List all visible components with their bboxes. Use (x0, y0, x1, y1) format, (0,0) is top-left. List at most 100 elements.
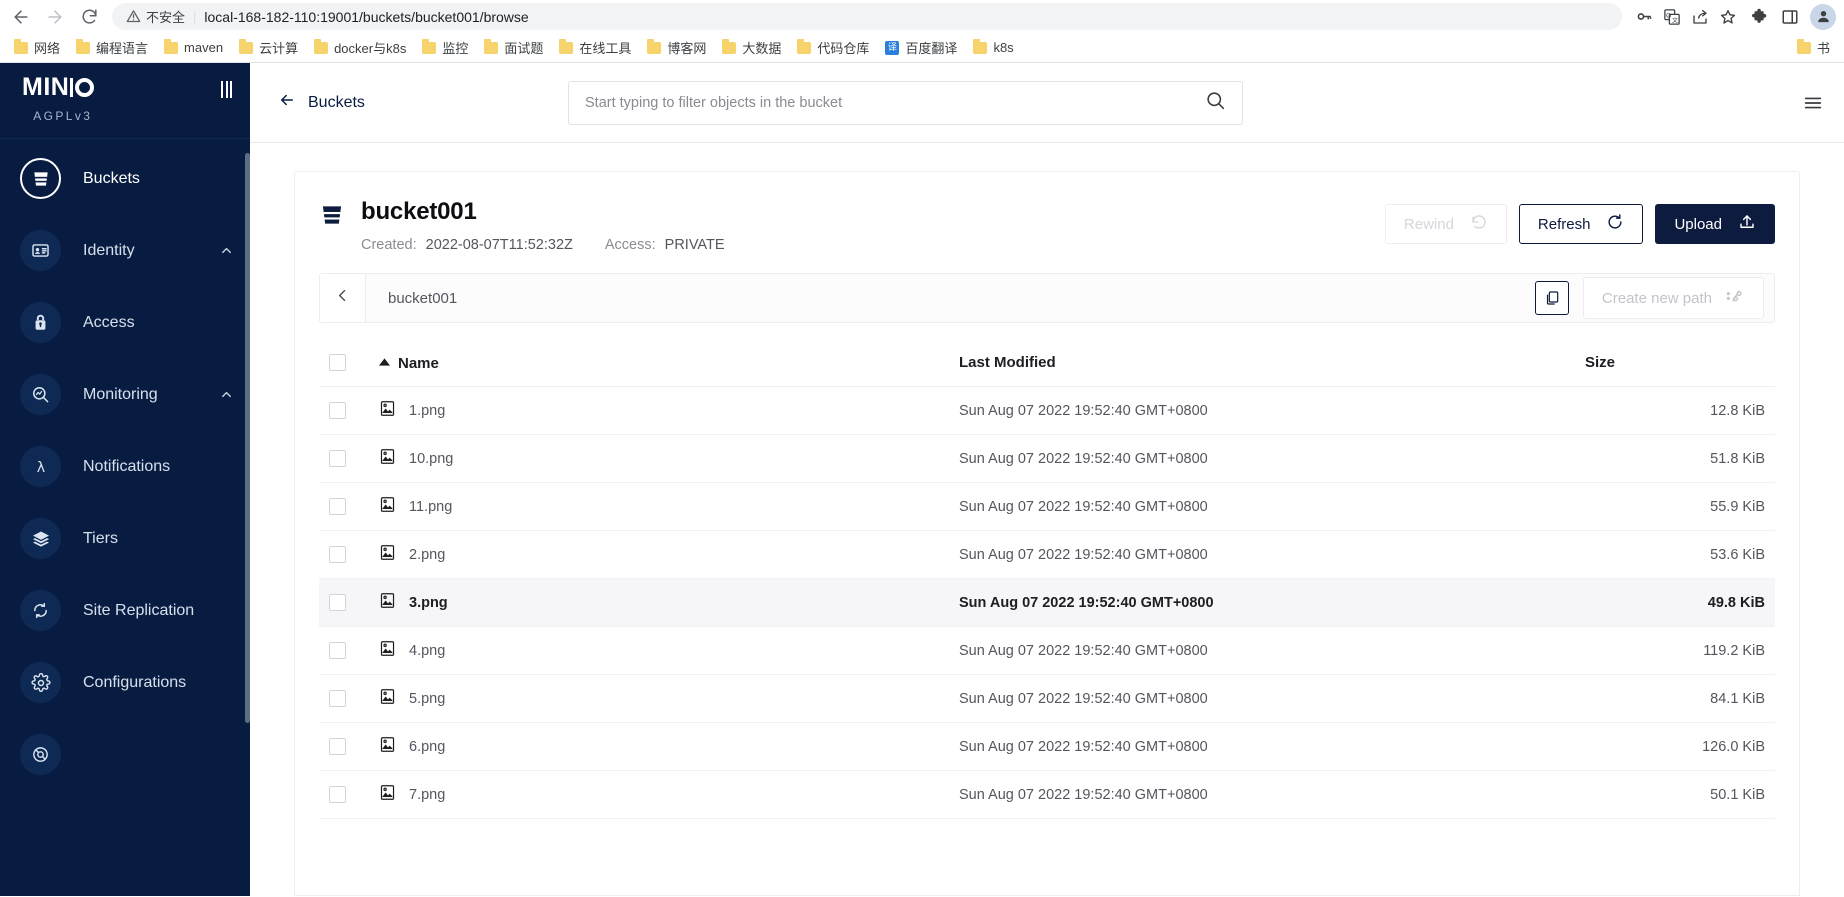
row-name-label: 11.png (409, 498, 453, 515)
sidebar-item-access[interactable]: Access (0, 299, 250, 346)
extensions-puzzle-icon[interactable] (1746, 4, 1774, 30)
row-size-cell: 126.0 KiB (1585, 722, 1775, 771)
sidebar-item-label: Notifications (83, 457, 171, 475)
replication-icon (20, 590, 61, 631)
bookmark-item[interactable]: 在线工具 (551, 35, 639, 60)
bookmark-star-icon[interactable] (1714, 4, 1742, 30)
topbar-settings-button[interactable] (1802, 92, 1824, 114)
table-row[interactable]: 7.png Sun Aug 07 2022 19:52:40 GMT+0800 … (319, 770, 1775, 819)
row-checkbox[interactable] (329, 498, 346, 515)
object-filter-search[interactable] (568, 80, 1243, 125)
search-icon[interactable] (1205, 90, 1226, 116)
share-icon[interactable] (1686, 4, 1714, 30)
created-label: Created: (361, 237, 417, 253)
back-to-buckets-link[interactable]: Buckets (278, 91, 568, 114)
bucket-title-block: bucket001 Created: 2022-08-07T11:52:32Z … (361, 198, 725, 253)
row-checkbox[interactable] (329, 786, 346, 803)
side-panel-icon[interactable] (1776, 4, 1804, 30)
bookmark-item[interactable]: 代码仓库 (789, 35, 877, 60)
folder-icon (559, 39, 574, 54)
bookmark-item[interactable]: 面试题 (476, 35, 551, 60)
copy-icon[interactable] (1534, 281, 1569, 315)
row-select-cell (319, 530, 379, 579)
objects-table: Name Last Modified Size 1.png Sun Aug 07… (319, 343, 1775, 819)
sidebar-item-identity[interactable]: Identity (0, 227, 250, 274)
row-checkbox[interactable] (329, 690, 346, 707)
collapse-menu-icon[interactable] (221, 81, 232, 98)
bookmark-item[interactable]: 大数据 (714, 35, 789, 60)
row-checkbox[interactable] (329, 738, 346, 755)
minio-logo[interactable]: MIN AGPLv3 (22, 75, 95, 123)
rewind-icon (1470, 213, 1488, 235)
sidebar-item-label: Monitoring (83, 385, 158, 403)
bookmark-item[interactable]: 监控 (414, 35, 476, 60)
row-checkbox[interactable] (329, 594, 346, 611)
table-row[interactable]: 1.png Sun Aug 07 2022 19:52:40 GMT+0800 … (319, 386, 1775, 435)
table-row[interactable]: 10.png Sun Aug 07 2022 19:52:40 GMT+0800… (319, 434, 1775, 483)
column-header-name[interactable]: Name (379, 343, 959, 387)
bookmark-item[interactable]: maven (156, 37, 231, 58)
create-new-path-button[interactable]: Create new path (1582, 277, 1764, 319)
sidebar-item-support[interactable] (0, 731, 250, 778)
folder-icon (797, 39, 812, 54)
folder-icon (973, 39, 988, 54)
row-modified-cell: Sun Aug 07 2022 19:52:40 GMT+0800 (959, 386, 1585, 435)
row-checkbox[interactable] (329, 546, 346, 563)
table-row[interactable]: 5.png Sun Aug 07 2022 19:52:40 GMT+0800 … (319, 674, 1775, 723)
main-area: Buckets bucket001 (250, 63, 1844, 896)
bookmark-item[interactable]: 云计算 (231, 35, 306, 60)
bookmark-item-overflow[interactable]: 书 (1789, 35, 1838, 60)
rewind-button[interactable]: Rewind (1384, 204, 1507, 244)
sidebar-item-monitoring[interactable]: Monitoring (0, 371, 250, 418)
table-row[interactable]: 3.png Sun Aug 07 2022 19:52:40 GMT+0800 … (319, 578, 1775, 627)
bookmark-item[interactable]: 网络 (6, 35, 68, 60)
created-value: 2022-08-07T11:52:32Z (425, 237, 573, 253)
reload-icon[interactable] (72, 2, 106, 32)
upload-button[interactable]: Upload (1655, 204, 1775, 244)
bookmark-item[interactable]: 博客网 (639, 35, 714, 60)
back-icon[interactable] (4, 2, 38, 32)
column-header-last-modified[interactable]: Last Modified (959, 343, 1585, 387)
omnibox[interactable]: 不安全 | local-168-182-110:19001/buckets/bu… (112, 3, 1622, 30)
refresh-button[interactable]: Refresh (1518, 204, 1644, 244)
table-row[interactable]: 4.png Sun Aug 07 2022 19:52:40 GMT+0800 … (319, 626, 1775, 675)
row-name-label: 7.png (409, 786, 446, 803)
browser-toolbar-right (1742, 3, 1836, 30)
sidebar-item-configurations[interactable]: Configurations (0, 659, 250, 706)
current-path[interactable]: bucket001 (366, 290, 457, 307)
key-icon[interactable] (1630, 4, 1658, 30)
chevron-up-icon[interactable] (219, 387, 234, 402)
column-header-size[interactable]: Size (1585, 343, 1775, 387)
chevron-up-icon[interactable] (219, 243, 234, 258)
forward-icon[interactable] (38, 2, 72, 32)
sidebar-item-notifications[interactable]: λ Notifications (0, 443, 250, 490)
bookmark-label: 大数据 (742, 41, 782, 56)
profile-avatar-icon[interactable] (1810, 3, 1836, 30)
url-text[interactable]: local-168-182-110:19001/buckets/bucket00… (204, 9, 528, 25)
sidebar-item-buckets[interactable]: Buckets (0, 155, 250, 202)
table-row[interactable]: 2.png Sun Aug 07 2022 19:52:40 GMT+0800 … (319, 530, 1775, 579)
translate-icon[interactable]: G文 (1658, 4, 1686, 30)
sidebar-scrollbar[interactable] (245, 153, 250, 723)
bookmark-item[interactable]: docker与k8s (306, 35, 414, 60)
table-row[interactable]: 6.png Sun Aug 07 2022 19:52:40 GMT+0800 … (319, 722, 1775, 771)
path-back-button[interactable] (320, 274, 366, 322)
bookmark-item[interactable]: 译百度翻译 (877, 35, 965, 60)
bookmark-label: 面试题 (504, 41, 544, 56)
row-checkbox[interactable] (329, 402, 346, 419)
path-slash-icon (1726, 288, 1745, 308)
folder-icon (484, 39, 499, 54)
row-checkbox[interactable] (329, 450, 346, 467)
row-checkbox[interactable] (329, 642, 346, 659)
row-name-cell: 3.png (379, 578, 959, 627)
sidebar-item-label: Tiers (83, 529, 118, 547)
bookmark-item[interactable]: 编程语言 (68, 35, 156, 60)
bookmark-item[interactable]: k8s (965, 37, 1021, 58)
table-row[interactable]: 11.png Sun Aug 07 2022 19:52:40 GMT+0800… (319, 482, 1775, 531)
sidebar-item-site-replication[interactable]: Site Replication (0, 587, 250, 634)
page-topbar: Buckets (250, 63, 1844, 143)
select-all-checkbox[interactable] (329, 354, 346, 371)
search-input[interactable] (585, 94, 1205, 111)
sidebar-item-tiers[interactable]: Tiers (0, 515, 250, 562)
rewind-label: Rewind (1403, 215, 1454, 233)
